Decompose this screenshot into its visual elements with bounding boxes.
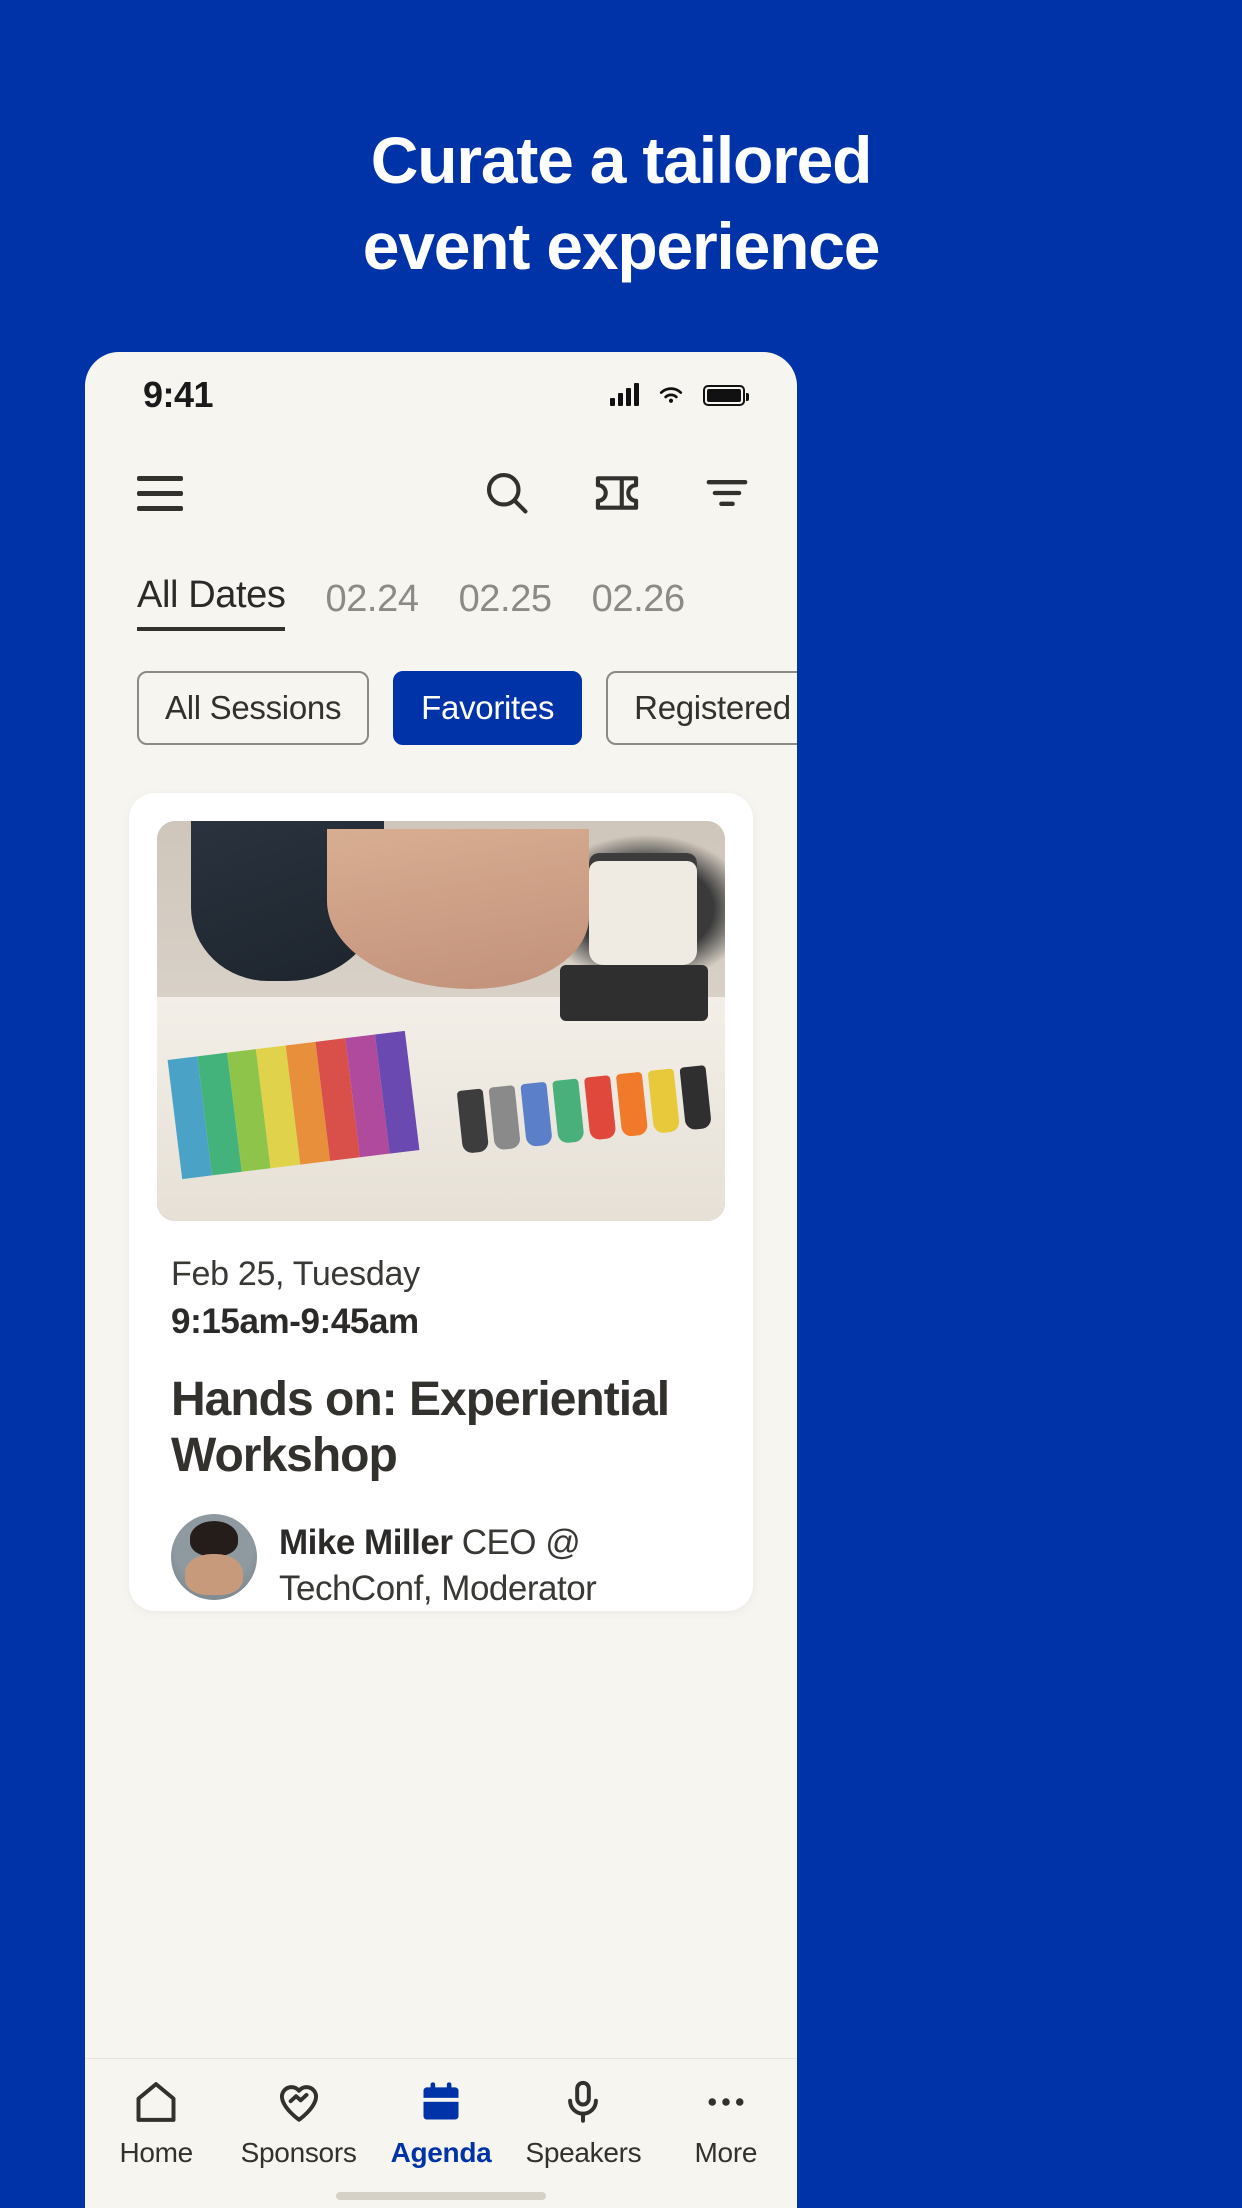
speaker-text: Mike Miller CEO @ TechConf, Moderator [279, 1514, 725, 1611]
status-bar: 9:41 [85, 352, 797, 438]
cellular-signal-icon [610, 383, 639, 406]
image-arm [327, 829, 589, 989]
calendar-icon [423, 2082, 459, 2120]
image-phone [560, 965, 708, 1021]
date-tab-0225[interactable]: 02.25 [459, 578, 552, 631]
status-time: 9:41 [143, 374, 214, 415]
promo-line-2: event experience [362, 208, 881, 283]
hamburger-menu-icon[interactable] [137, 475, 183, 511]
chip-all-sessions[interactable]: All Sessions [137, 671, 370, 745]
promo-line-1: Curate a tailored [370, 123, 873, 197]
date-tab-all-dates[interactable]: All Dates [137, 574, 286, 631]
image-mug [588, 853, 697, 965]
nav-item-agenda[interactable]: Agenda [370, 2077, 512, 2169]
session-title: Hands on: Experiential Workshop [171, 1373, 670, 1483]
toolbar-actions [481, 467, 753, 519]
nav-item-sponsors[interactable]: Sponsors [227, 2077, 369, 2169]
date-tab-0224[interactable]: 02.24 [325, 578, 418, 631]
filter-icon[interactable] [701, 467, 753, 519]
nav-label-speakers: Speakers [525, 2137, 642, 2168]
status-icons [610, 383, 749, 406]
date-tab-0226[interactable]: 02.26 [592, 578, 685, 631]
battery-icon [703, 384, 749, 406]
ticket-icon[interactable] [591, 467, 643, 519]
search-icon[interactable] [481, 467, 533, 519]
ellipsis-icon [708, 2098, 744, 2106]
app-toolbar [85, 438, 797, 548]
session-image [157, 821, 725, 1221]
session-list: Feb 25, Tuesday 9:15am-9:45am Hands on: … [85, 745, 797, 1612]
date-tabs: All Dates 02.24 02.25 02.26 [85, 548, 797, 631]
speaker-avatar [171, 1514, 257, 1601]
session-card[interactable]: Feb 25, Tuesday 9:15am-9:45am Hands on: … [129, 793, 753, 1612]
nav-label-agenda: Agenda [390, 2137, 492, 2168]
home-indicator [336, 2192, 546, 2200]
nav-label-sponsors: Sponsors [240, 2137, 357, 2168]
filter-chips: All Sessions Favorites Registered [85, 631, 797, 745]
nav-item-speakers[interactable]: Speakers [512, 2077, 654, 2169]
nav-item-home[interactable]: Home [85, 2077, 227, 2169]
nav-label-home: Home [119, 2137, 193, 2168]
session-speaker[interactable]: Mike Miller CEO @ TechConf, Moderator [157, 1484, 725, 1611]
wifi-icon [659, 387, 683, 403]
bottom-nav: Home Sponsors Agenda Speakers More [85, 2058, 797, 2208]
session-date: Feb 25, Tuesday [171, 1255, 420, 1293]
chip-favorites[interactable]: Favorites [393, 671, 583, 745]
microphone-icon [568, 2080, 599, 2123]
promo-headline: Curate a tailored event experience [0, 118, 1242, 290]
session-time: 9:15am-9:45am [171, 1302, 419, 1341]
speaker-name: Mike Miller [279, 1523, 453, 1563]
nav-item-more[interactable]: More [655, 2077, 797, 2169]
chip-registered[interactable]: Registered [606, 671, 797, 745]
nav-label-more: More [694, 2137, 758, 2168]
phone-mockup: 9:41 All Dates 02.24 02.25 02.26 All Ses… [85, 352, 797, 2208]
handshake-heart-icon [279, 2085, 318, 2122]
home-icon [136, 2082, 176, 2122]
